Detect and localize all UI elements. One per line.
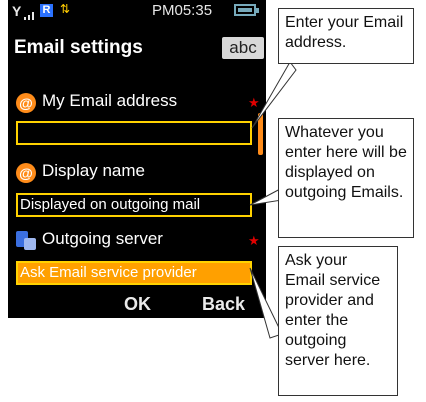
callout-email: Enter your Email address. (278, 8, 414, 64)
callout-outgoing-server: Ask your Email service provider and ente… (278, 246, 398, 396)
callout-display-name: Whatever you enter here will be displaye… (278, 118, 414, 238)
